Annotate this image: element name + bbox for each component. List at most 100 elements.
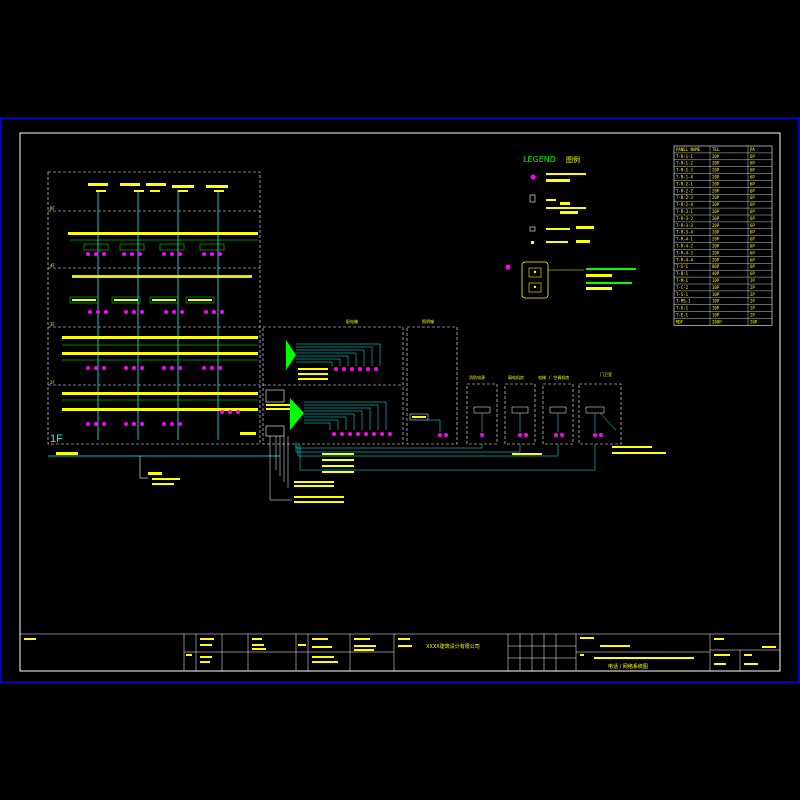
main-box-label: 配电箱	[346, 318, 358, 324]
table-cell: 6P	[750, 257, 755, 262]
table-cell: T-R-2-1	[676, 181, 693, 186]
incoming-line	[48, 452, 280, 485]
table-cell: 20P	[712, 195, 720, 200]
wall-plate-icon	[505, 264, 511, 270]
table-cell: MDF	[676, 319, 684, 324]
drawing-border	[19, 132, 781, 672]
title-block-text	[24, 637, 776, 665]
main-distribution-box: 配电箱	[262, 318, 404, 503]
table-cell: 6P	[750, 264, 755, 269]
box-icon	[529, 194, 536, 203]
table-header-cell: TEL	[712, 147, 720, 152]
junction-icon	[531, 241, 534, 244]
table-cell: T-R-2-4	[676, 202, 693, 207]
table-cell: T-R-3-4	[676, 230, 693, 235]
floor1-panels	[62, 392, 258, 435]
table-cell: T-MS-1	[676, 299, 691, 304]
vertical-risers	[97, 190, 219, 440]
sub2-label: 弱电机房	[508, 374, 524, 380]
table-cell: 6P	[750, 250, 755, 255]
table-cell: 10P	[712, 306, 720, 311]
table-cell: 6P	[750, 223, 755, 228]
table-cell: 6P	[750, 230, 755, 235]
table-cell: 10P	[712, 278, 720, 283]
table-cell: 20P	[712, 181, 720, 186]
table-cell: 20P	[712, 250, 720, 255]
table-cell: T-R-1-1	[676, 154, 693, 159]
table-cell: T-R-2-2	[676, 188, 693, 193]
table-cell: 20P	[712, 257, 720, 262]
sub3-label: 电梯 / 空调机房	[538, 374, 569, 380]
table-cell: T-R-4-3	[676, 250, 693, 255]
floor-label-1f: 1F	[50, 433, 63, 445]
table-cell: 6P	[750, 181, 755, 186]
table-header-cell: PA	[750, 147, 755, 152]
legend-title-cn: 图例	[566, 155, 580, 164]
table-cell: 2P	[750, 292, 755, 297]
table-cell: T-R-3-1	[676, 209, 693, 214]
table-cell: 20P	[712, 175, 720, 180]
floor2-panels	[62, 336, 258, 370]
table-cell: T-R-4-2	[676, 244, 693, 249]
table-cell: T-G-1	[676, 264, 689, 269]
table-cell: 20P	[750, 319, 758, 324]
table-cell: 20P	[712, 154, 720, 159]
terminal-icon	[529, 226, 536, 232]
sub4-label: 门卫室	[600, 371, 612, 377]
table-cell: 2P	[750, 285, 755, 290]
table-cell: 6P	[750, 188, 755, 193]
table-cell: 20P	[712, 202, 720, 207]
table-cell: 2P	[750, 278, 755, 283]
table-cell: T-U-1	[676, 306, 689, 311]
table-cell: 20P	[712, 209, 720, 214]
table-cell: T-M-1	[676, 278, 689, 283]
table-cell: 6P	[750, 161, 755, 166]
box2-label: 照明箱	[422, 318, 434, 324]
sub1-label: 消防电源	[469, 374, 485, 380]
table-cell: 20P	[712, 188, 720, 193]
table-cell: 6P	[750, 271, 755, 276]
table-cell: T-B-1	[676, 271, 689, 276]
table-cell: 20P	[712, 168, 720, 173]
table-cell: 6P	[750, 237, 755, 242]
table-cell: T-R-3-3	[676, 223, 693, 228]
table-cell: 200P	[712, 319, 722, 324]
floor-label-rf: RF	[50, 206, 55, 211]
table-cell: T-R-1-2	[676, 161, 693, 166]
table-cell: T-S-1	[676, 292, 689, 297]
drawing-title: 电话 / 网络系统图	[608, 663, 648, 670]
sub-box-3: 电梯 / 空调机房	[538, 374, 574, 445]
table-cell: T-R-3-2	[676, 216, 693, 221]
table-cell: 20P	[712, 223, 720, 228]
table-cell: 20P	[712, 230, 720, 235]
table-cell: 6P	[750, 168, 755, 173]
floor-label-3f: 3F	[50, 322, 55, 327]
cad-drawing-canvas: RF 4F 3F 2F 1F 配电箱 照明箱 消防电源 弱电机房 电梯 / 空调…	[0, 117, 800, 683]
table-cell: 20P	[712, 237, 720, 242]
table-cell: 10P	[712, 292, 720, 297]
table-cell: T-C-2	[676, 285, 689, 290]
sub-box-2: 弱电机房	[504, 374, 536, 445]
table-cell: 2P	[750, 313, 755, 318]
sub-box-1: 消防电源	[466, 374, 498, 445]
sub-box-4: 门卫室	[578, 371, 622, 445]
sub-feeder-labels	[512, 446, 666, 455]
table-cell: T-R-4-4	[676, 257, 693, 262]
table-cell: 6P	[750, 209, 755, 214]
legend: LEGEND 图例	[505, 155, 636, 299]
table-cell: 6P	[750, 216, 755, 221]
table-cell: 80P	[712, 264, 720, 269]
table-cell: 10P	[712, 285, 720, 290]
company-name: XXXX建筑设计有限公司	[426, 643, 480, 650]
floor-label-2f: 2F	[50, 380, 55, 385]
floor4-panels	[68, 232, 258, 256]
riser-building	[47, 171, 261, 445]
table-cell: 10P	[712, 313, 720, 318]
table-cell: T-E-1	[676, 313, 689, 318]
table-cell: 40P	[712, 271, 720, 276]
table-cell: 20P	[712, 216, 720, 221]
lighting-box: 照明箱	[406, 318, 458, 445]
table-cell: T-R-1-4	[676, 175, 693, 180]
table-cell: 6P	[750, 154, 755, 159]
table-cell: 6P	[750, 195, 755, 200]
